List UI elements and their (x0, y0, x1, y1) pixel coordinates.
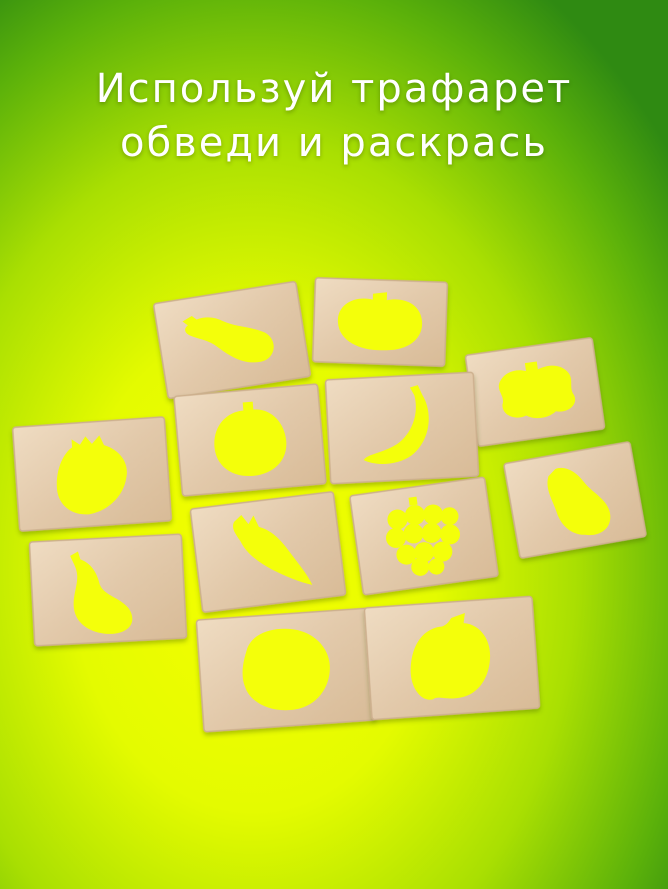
stencil-card-eggplant (153, 281, 311, 399)
stencil-card-carrot (189, 491, 347, 613)
stencil-card-gourd (28, 533, 188, 647)
stencil-card-banana (324, 371, 480, 485)
stencil-card-bell-pepper (464, 337, 606, 447)
stencil-set (12, 277, 647, 733)
stencil-card-pumpkin (311, 277, 449, 367)
stencil-card-apple (363, 595, 541, 721)
stencil-card-pear (503, 441, 647, 559)
stencil-card-strawberry (12, 416, 172, 532)
stencil-card-tomato (173, 383, 327, 497)
stencil-card-lemon (195, 607, 377, 733)
stencil-card-grapes (349, 476, 499, 596)
